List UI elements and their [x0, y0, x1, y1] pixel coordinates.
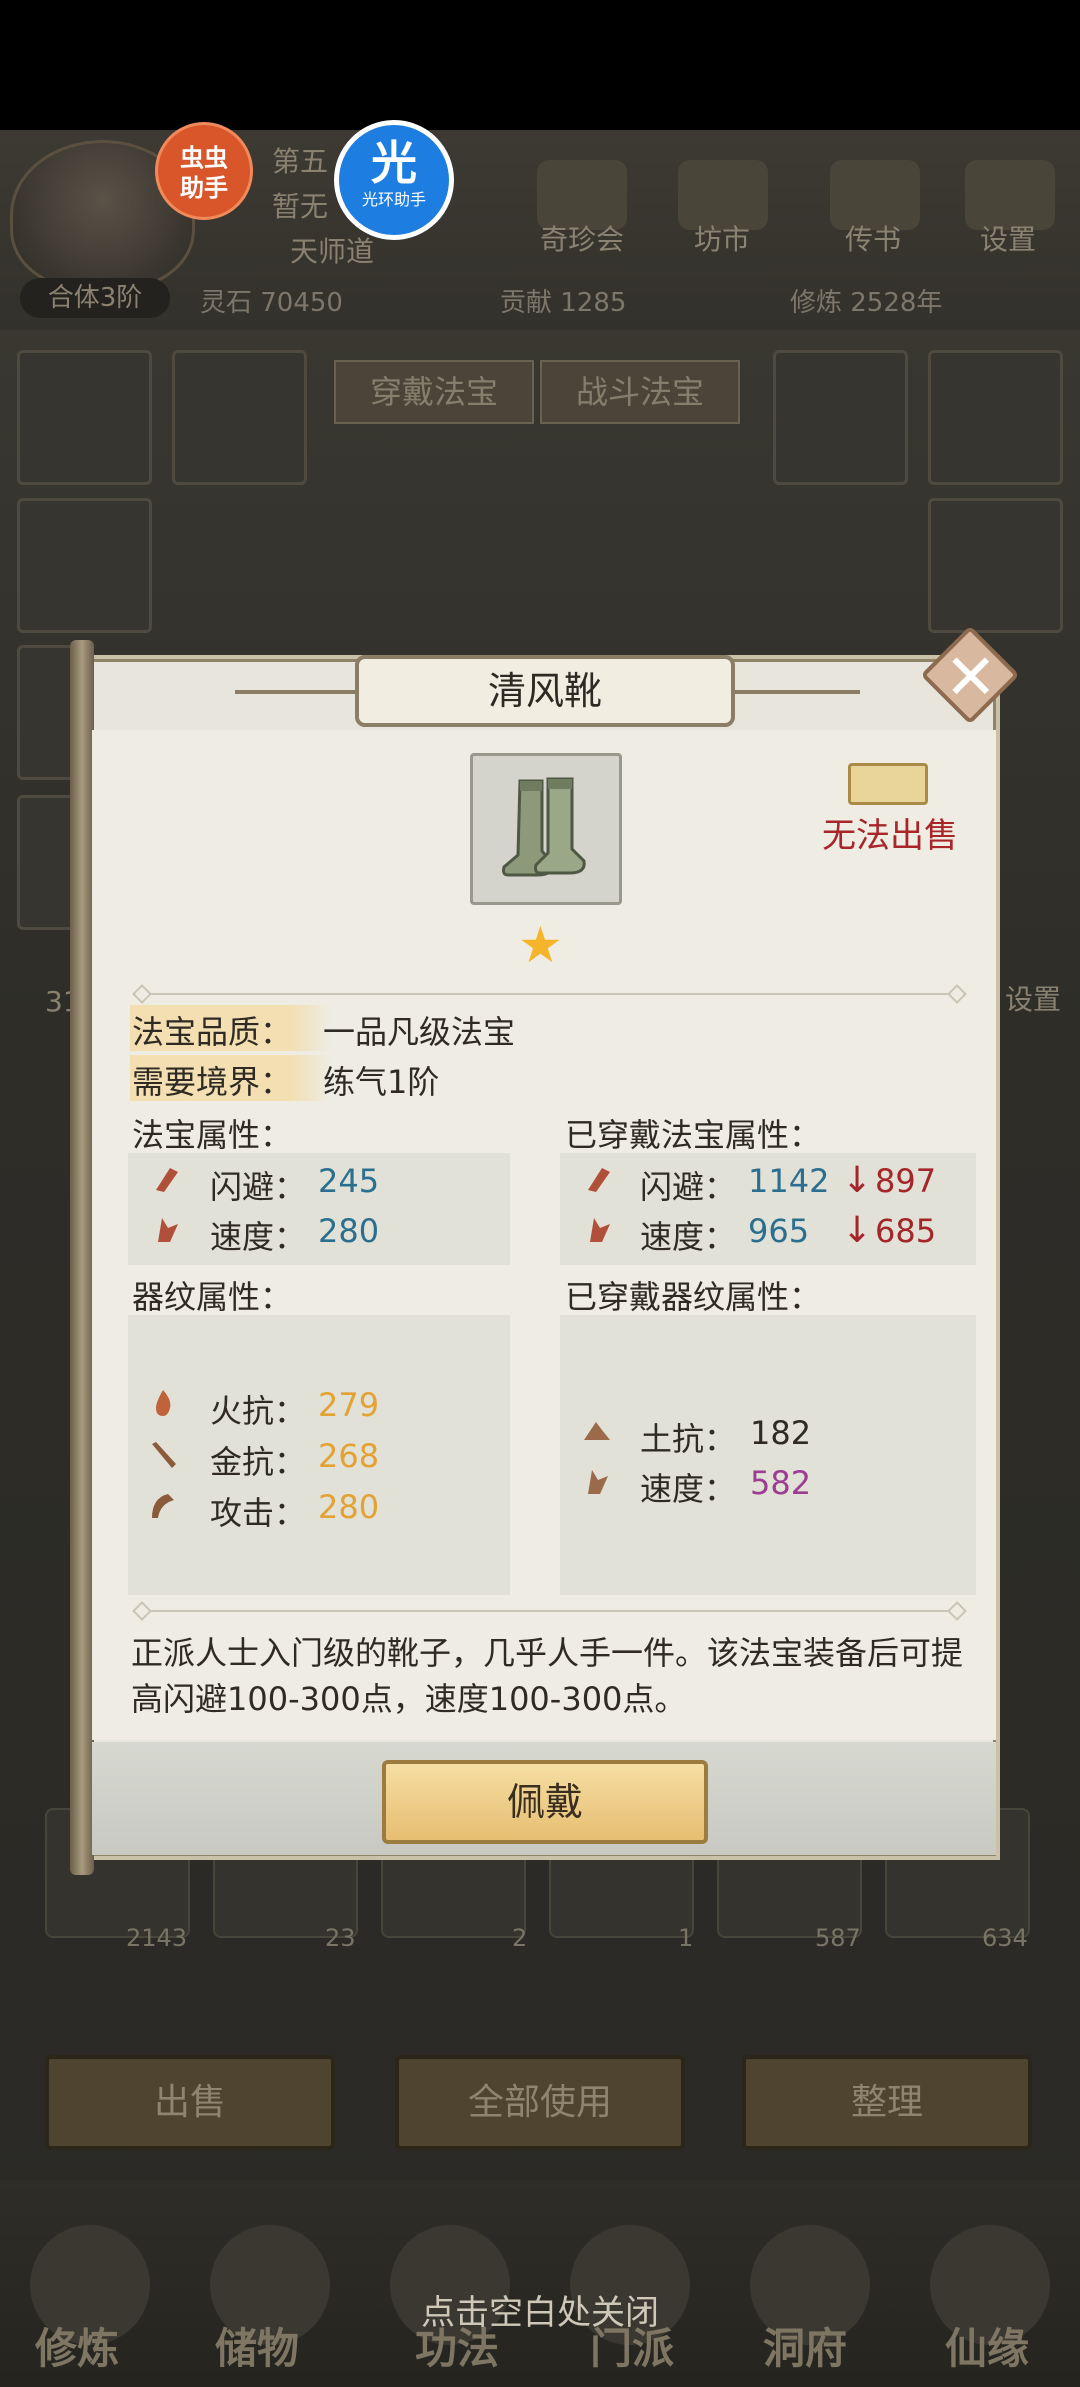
equip-slot-hat[interactable]	[172, 350, 307, 485]
attr-dodge-value: 245	[318, 1162, 380, 1200]
inventory-count: 2	[512, 1924, 528, 1952]
realm-value: 练气1阶	[323, 1063, 440, 1101]
no-sell-label: 无法出售	[822, 816, 958, 856]
equip-slot-necklace[interactable]	[17, 350, 152, 485]
bottom-nav	[0, 2180, 1080, 2387]
attr-dodge-name: 闪避：	[210, 1168, 307, 1206]
pattern-attack-name: 攻击：	[210, 1494, 307, 1532]
divider	[145, 1610, 955, 1612]
down-arrow-icon: ↓	[842, 1160, 873, 1201]
pattern-attack-value: 280	[318, 1488, 380, 1526]
equip-slot-ring-1[interactable]	[773, 350, 908, 485]
status-bar	[0, 0, 1080, 130]
realm-badge: 合体3阶	[20, 278, 170, 318]
worn-speed-value: 965	[748, 1212, 810, 1250]
earth-icon	[584, 1422, 610, 1440]
chapter-text: 第五	[272, 145, 329, 178]
pattern-title: 器纹属性：	[132, 1278, 293, 1316]
fire-icon	[156, 1390, 171, 1416]
bg-settings-label: 设置	[1005, 983, 1062, 1016]
menu-mail[interactable]: 传书	[813, 218, 933, 258]
worn-pattern-earth-value: 182	[750, 1414, 812, 1452]
speed-icon	[158, 1218, 178, 1242]
cultivation-years: 修炼 2528年	[790, 288, 943, 318]
worn-attr-title: 已穿戴法宝属性：	[565, 1116, 822, 1154]
equip-slot-partial[interactable]	[17, 645, 77, 780]
status-text: 暂无	[272, 190, 329, 223]
dodge-icon	[156, 1168, 178, 1192]
guanghuan-helper-badge[interactable]: 光 光环助手	[334, 120, 454, 240]
quality-label: 法宝品质：	[132, 1013, 293, 1051]
pattern-fire-value: 279	[318, 1386, 380, 1424]
chongchong-helper-badge[interactable]: 虫虫 助手	[155, 122, 253, 220]
pattern-metal-name: 金抗：	[210, 1443, 307, 1481]
boots-icon	[502, 777, 586, 877]
inventory-count: 1	[678, 1924, 694, 1952]
tab-worn-treasure[interactable]: 穿戴法宝	[334, 360, 534, 424]
worn-dodge-value: 1142	[748, 1162, 830, 1200]
menu-treasure-fair[interactable]: 奇珍会	[522, 218, 642, 258]
metal-icon	[152, 1442, 176, 1468]
spirit-stone-count: 灵石 70450	[200, 288, 343, 318]
equip-slot-boots-partial[interactable]	[17, 795, 77, 930]
equip-slot-locked[interactable]	[928, 498, 1063, 633]
inventory-count: 634	[982, 1924, 1028, 1952]
equip-slot-ring-2[interactable]	[928, 350, 1063, 485]
item-title: 清风靴	[355, 655, 735, 727]
equip-slot-robe[interactable]	[17, 498, 152, 633]
pattern-metal-value: 268	[318, 1437, 380, 1475]
guang-label: 光环助手	[361, 190, 426, 209]
guang-glyph: 光	[371, 136, 417, 190]
attr-title: 法宝属性：	[132, 1116, 293, 1154]
sort-button[interactable]: 整理	[742, 2055, 1032, 2150]
inventory-count: 587	[815, 1924, 861, 1952]
tab-battle-treasure[interactable]: 战斗法宝	[540, 360, 740, 424]
speed-icon	[588, 1470, 608, 1494]
worn-pattern-speed-value: 582	[750, 1464, 812, 1502]
worn-pattern-speed-name: 速度：	[640, 1470, 737, 1508]
attack-icon	[152, 1494, 174, 1518]
down-arrow-icon: ↓	[842, 1210, 873, 1251]
chest-icon	[848, 763, 928, 805]
worn-speed-after: 685	[875, 1212, 937, 1250]
item-description: 正派人士入门级的靴子，几乎人手一件。该法宝装备后可提高闪避100-300点，速度…	[131, 1634, 964, 1718]
menu-settings[interactable]: 设置	[948, 218, 1068, 258]
sell-button[interactable]: 出售	[45, 2055, 335, 2150]
menu-market[interactable]: 坊市	[662, 218, 782, 258]
realm-label: 需要境界：	[132, 1063, 293, 1101]
title-ornament-right	[730, 690, 860, 694]
speed-icon	[590, 1218, 610, 1242]
attr-speed-name: 速度：	[210, 1218, 307, 1256]
worn-dodge-after: 897	[875, 1162, 937, 1200]
worn-pattern-title: 已穿戴器纹属性：	[565, 1278, 822, 1316]
dialog-scroll-rod	[70, 640, 94, 1875]
worn-dodge-name: 闪避：	[640, 1168, 737, 1206]
divider	[145, 993, 955, 995]
sect-title: 天师道	[290, 235, 375, 268]
chongchong-label: 虫虫 助手	[180, 144, 228, 202]
quality-value: 一品凡级法宝	[323, 1013, 516, 1051]
use-all-button[interactable]: 全部使用	[395, 2055, 685, 2150]
close-hint[interactable]: 点击空白处关闭	[0, 2285, 1080, 2334]
attr-speed-value: 280	[318, 1212, 380, 1250]
pattern-fire-name: 火抗：	[210, 1392, 307, 1430]
worn-pattern-panel	[560, 1315, 976, 1595]
contribution-count: 贡献 1285	[500, 288, 627, 318]
dodge-icon	[588, 1168, 610, 1192]
worn-pattern-earth-name: 土抗：	[640, 1420, 737, 1458]
game-screen: { "header": { "chapter_partial": "第五", "…	[0, 0, 1080, 2387]
worn-speed-name: 速度：	[640, 1218, 737, 1256]
inventory-count: 23	[325, 1924, 356, 1952]
star-icon: ★	[518, 916, 563, 974]
wear-button[interactable]: 佩戴	[382, 1760, 708, 1844]
inventory-count: 2143	[126, 1924, 188, 1952]
title-ornament-left	[235, 690, 360, 694]
